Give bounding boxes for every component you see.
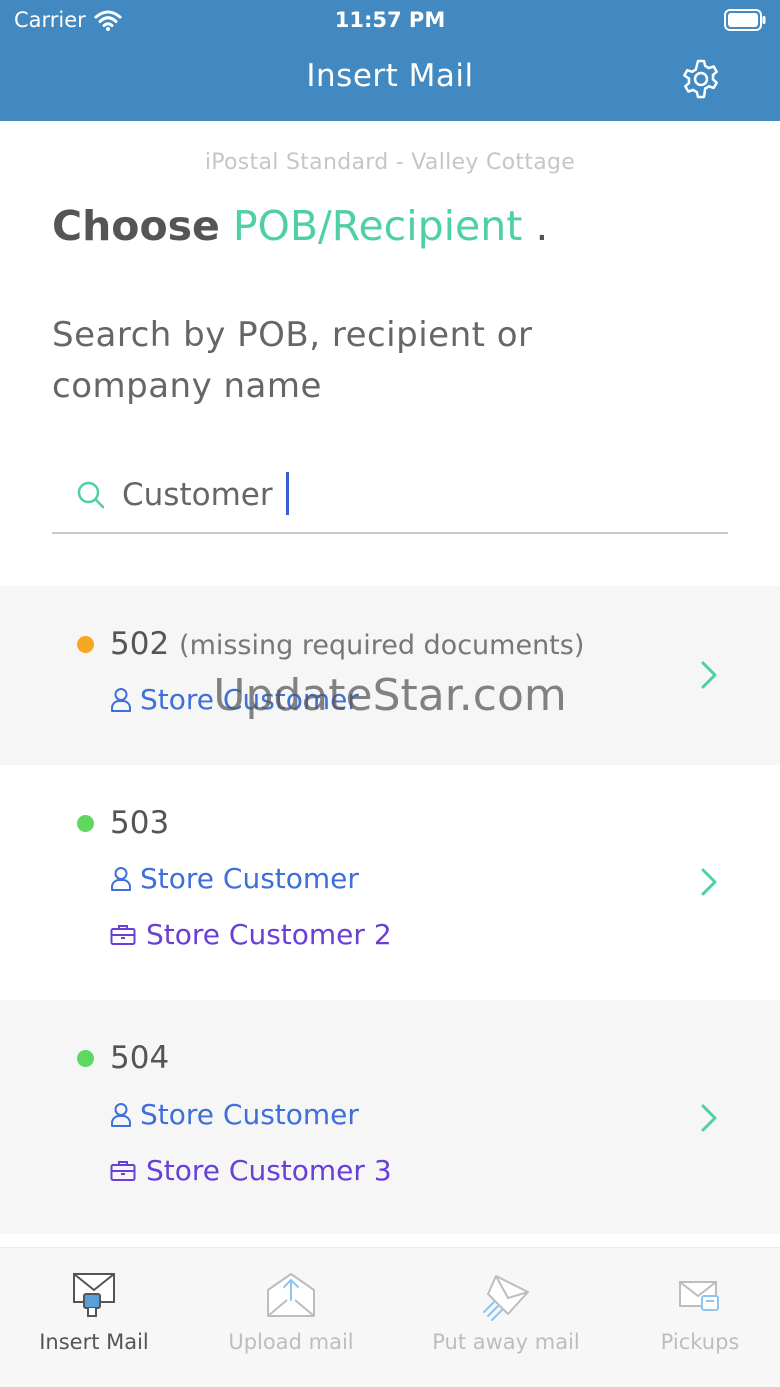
pob-number-value: 503 [110,805,170,841]
tab-label: Put away mail [432,1330,580,1354]
briefcase-icon [110,924,136,945]
app-header: Carrier 11:57 PM Insert Mail [0,0,780,121]
company-503: Store Customer 2 [110,918,392,951]
status-bar: Carrier 11:57 PM [0,0,780,42]
heading-suffix: . [535,202,549,250]
chevron-right-icon[interactable] [698,1102,720,1134]
pob-number-503: 503 [110,805,169,841]
tab-label: Pickups [660,1330,740,1354]
person-icon [111,1102,131,1127]
pob-number-502: 502 (missing required documents) [110,626,584,662]
recipient-504: Store Customer [110,1098,359,1131]
chevron-right-icon[interactable] [698,866,720,898]
pickups-icon [679,1281,719,1311]
gear-icon[interactable] [680,58,722,100]
recipient-503: Store Customer [110,862,359,895]
battery-icon [724,9,766,31]
tab-insert-mail[interactable]: Insert Mail [20,1248,168,1387]
search-prompt: Search by POB, recipient or company name [52,315,533,406]
tab-bar: Insert Mail Upload mail Put away mail Pi… [0,1247,780,1387]
briefcase-icon [110,1160,136,1181]
text-cursor [286,472,289,515]
tab-pickups[interactable]: Pickups [640,1248,760,1387]
status-dot-active [77,815,94,832]
pob-number-504: 504 [110,1040,169,1076]
company-504: Store Customer 3 [110,1154,392,1187]
upload-mail-icon [267,1273,315,1317]
tab-put-away-mail[interactable]: Put away mail [420,1248,592,1387]
location-subtitle: iPostal Standard - Valley Cottage [204,150,576,175]
company-name: Store Customer 2 [146,918,392,951]
tab-label: Upload mail [228,1330,354,1354]
person-icon [111,866,131,891]
insert-mail-icon [73,1273,115,1317]
pob-number-value: 504 [110,1040,170,1076]
section-heading: Choose POB/Recipient . [52,202,548,250]
heading-prefix: Choose [52,202,220,250]
pob-number-value: 502 [110,626,170,662]
chevron-right-icon[interactable] [698,659,720,691]
tab-label: Insert Mail [39,1330,149,1354]
put-away-mail-icon [483,1275,529,1321]
result-row-502[interactable] [0,586,780,765]
search-input[interactable] [122,472,702,518]
status-dot-active [77,1050,94,1067]
search-icon [77,481,105,509]
heading-highlight: POB/Recipient [232,202,523,250]
recipient-name: Store Customer [140,862,359,895]
missing-documents-note: (missing required documents) [179,630,585,661]
recipient-502: Store Customer [110,683,359,716]
status-dot-pending [77,636,94,653]
person-icon [111,687,131,712]
clock: 11:57 PM [334,8,446,32]
search-field[interactable] [52,462,728,534]
tab-upload-mail[interactable]: Upload mail [210,1248,372,1387]
company-name: Store Customer 3 [146,1154,392,1187]
page-title: Insert Mail [306,58,474,94]
recipient-name: Store Customer [140,683,359,716]
recipient-name: Store Customer [140,1098,359,1131]
